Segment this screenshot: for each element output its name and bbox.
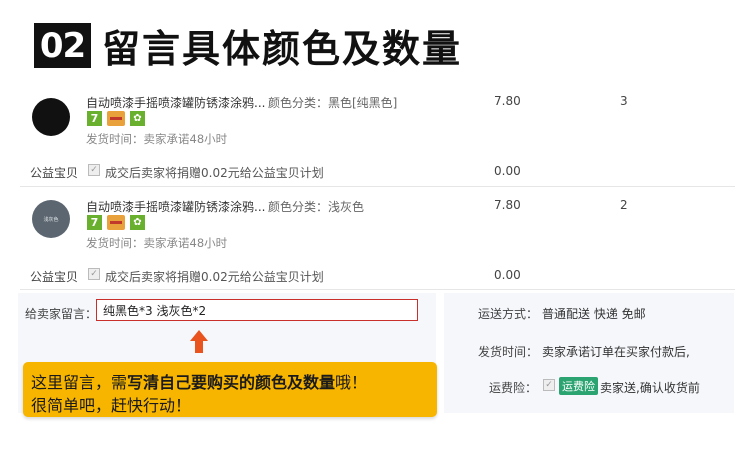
product-spec: 颜色分类：黑色[纯黑色] (268, 96, 398, 110)
charity-amount: 0.00 (494, 268, 521, 282)
unit-price: 7.80 (494, 94, 521, 108)
shipping-time-label: 发货时间： (478, 345, 539, 359)
charity-label: 公益宝贝 (30, 166, 79, 180)
charity-label: 公益宝贝 (30, 270, 79, 284)
leaf-icon: ✿ (130, 215, 145, 230)
insurance-value: 卖家送,确认收货前 (600, 381, 700, 395)
product-title[interactable]: 自动喷漆手摇喷漆罐防锈漆涂鸦... (86, 198, 265, 215)
row-divider (20, 186, 735, 187)
callout-text: 这里留言，需 (31, 373, 128, 392)
charity-amount: 0.00 (494, 164, 521, 178)
shipping-time-value: 卖家承诺订单在买家付款后, (542, 345, 690, 359)
quantity: 3 (620, 94, 628, 108)
credit-card-icon (107, 111, 125, 126)
insurance-badge: 运费险 (559, 377, 598, 395)
page-title: 留言具体颜色及数量 (102, 27, 463, 71)
shipping-time: 发货时间：卖家承诺48小时 (86, 236, 228, 250)
seven-day-return-icon: 7 (87, 111, 102, 126)
product-title[interactable]: 自动喷漆手摇喷漆罐防锈漆涂鸦... (86, 94, 265, 111)
product-thumbnail[interactable] (32, 98, 70, 136)
product-spec: 颜色分类：浅灰色 (268, 200, 365, 214)
callout-line-1: 这里留言，需写清自己要购买的颜色及数量哦！ (31, 369, 367, 393)
callout-text: 哦！ (335, 373, 368, 392)
quantity: 2 (620, 198, 628, 212)
shipping-method-value: 普通配送 快递 免邮 (542, 307, 646, 321)
charity-checkbox[interactable]: ✓ (88, 164, 100, 176)
step-number-badge: 02 (34, 23, 91, 68)
row-divider (20, 289, 735, 290)
seller-message-input[interactable]: 纯黑色*3 浅灰色*2 (96, 299, 418, 321)
product-thumbnail[interactable]: 浅灰色 (32, 200, 70, 238)
charity-checkbox[interactable]: ✓ (88, 268, 100, 280)
thumbnail-caption: 浅灰色 (43, 216, 59, 223)
unit-price: 7.80 (494, 198, 521, 212)
instruction-callout: 这里留言，需写清自己要购买的颜色及数量哦！ 很简单吧，赶快行动！ (23, 362, 437, 417)
message-label: 给卖家留言： (25, 307, 98, 321)
shipping-method-label: 运送方式： (478, 307, 539, 321)
charity-text: 成交后卖家将捐赠0.02元给公益宝贝计划 (105, 270, 324, 284)
callout-line-2: 很简单吧，赶快行动！ (31, 396, 192, 415)
leaf-icon: ✿ (130, 111, 145, 126)
insurance-checkbox[interactable]: ✓ (543, 379, 555, 391)
shipping-time: 发货时间：卖家承诺48小时 (86, 132, 228, 146)
charity-text: 成交后卖家将捐赠0.02元给公益宝贝计划 (105, 166, 324, 180)
seven-day-return-icon: 7 (87, 215, 102, 230)
arrow-stem (195, 340, 203, 353)
credit-card-icon (107, 215, 125, 230)
shipping-insurance-label: 运费险： (489, 381, 538, 395)
callout-emphasis: 写清自己要购买的颜色及数量 (127, 373, 336, 392)
